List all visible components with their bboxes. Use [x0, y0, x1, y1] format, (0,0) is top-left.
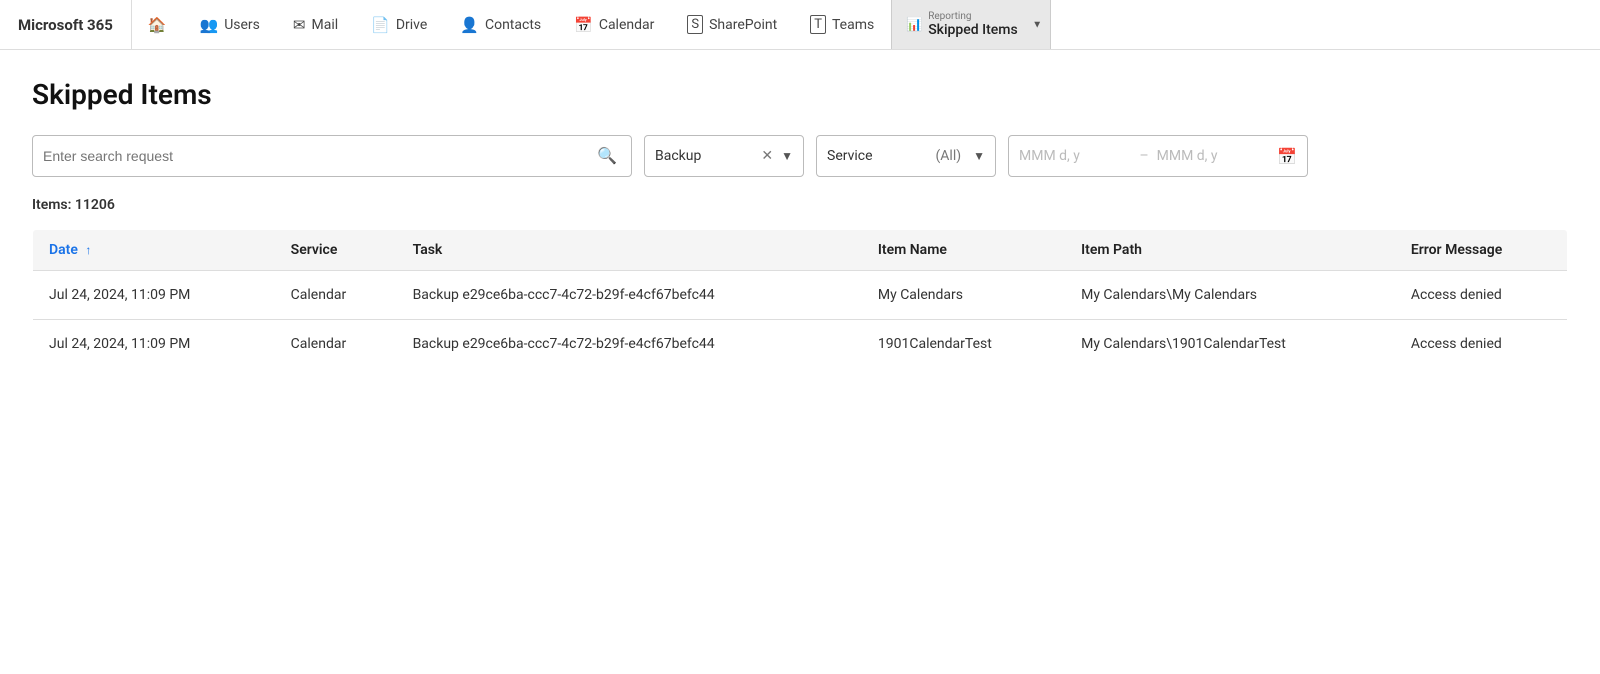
- service-dropdown[interactable]: Service (All) ▼: [816, 135, 996, 177]
- page-title: Skipped Items: [32, 78, 1568, 111]
- cell-item-name-1: 1901CalendarTest: [862, 320, 1065, 369]
- table-row: Jul 24, 2024, 11:09 PM Calendar Backup e…: [33, 320, 1568, 369]
- dropdown-arrow-icon: ▼: [1032, 19, 1042, 30]
- nav-reporting-skipped[interactable]: 📊 Reporting Skipped Items ▼: [891, 0, 1051, 49]
- nav-drive[interactable]: 📄 Drive: [355, 0, 444, 49]
- table-header-row: Date ↑ Service Task Item Name Item Path …: [33, 230, 1568, 271]
- mail-icon: ✉: [293, 16, 306, 34]
- calendar-icon: 📅: [574, 16, 593, 34]
- date-start-placeholder: MMM d, y: [1019, 148, 1131, 164]
- nav-sharepoint-label: SharePoint: [709, 17, 777, 33]
- service-filter-value: (All): [936, 148, 962, 164]
- brand-label: Microsoft 365: [0, 0, 132, 49]
- col-item-path: Item Path: [1065, 230, 1395, 271]
- col-item-path-label: Item Path: [1081, 242, 1142, 258]
- contacts-icon: 👤: [460, 16, 479, 34]
- col-date-label: Date: [49, 242, 78, 258]
- nav-users-label: Users: [224, 17, 260, 33]
- col-task: Task: [397, 230, 862, 271]
- col-item-name: Item Name: [862, 230, 1065, 271]
- nav-main-label: Skipped Items: [928, 22, 1017, 38]
- filter-bar: 🔍 Backup ✕ ▼ Service (All) ▼ MMM d, y – …: [32, 135, 1568, 177]
- users-icon: 👥: [200, 16, 219, 34]
- nav-contacts-label: Contacts: [485, 17, 541, 33]
- nav-calendar[interactable]: 📅 Calendar: [558, 0, 671, 49]
- reporting-icon: 📊: [906, 17, 922, 32]
- col-error-message: Error Message: [1395, 230, 1568, 271]
- home-icon: 🏠: [148, 16, 167, 34]
- col-task-label: Task: [413, 242, 443, 258]
- cell-service-0: Calendar: [275, 271, 397, 320]
- col-date[interactable]: Date ↑: [33, 230, 275, 271]
- search-box: 🔍: [32, 135, 632, 177]
- backup-filter-label: Backup: [655, 148, 753, 164]
- cell-error-message-0: Access denied: [1395, 271, 1568, 320]
- cell-item-path-0: My Calendars\My Calendars: [1065, 271, 1395, 320]
- cell-error-message-1: Access denied: [1395, 320, 1568, 369]
- cell-item-path-1: My Calendars\1901CalendarTest: [1065, 320, 1395, 369]
- cell-date-1: Jul 24, 2024, 11:09 PM: [33, 320, 275, 369]
- teams-icon: T: [810, 15, 826, 34]
- service-filter-label: Service: [827, 148, 932, 164]
- col-error-message-label: Error Message: [1411, 242, 1502, 258]
- drive-icon: 📄: [371, 16, 390, 34]
- nav-sharepoint[interactable]: S SharePoint: [671, 0, 794, 49]
- backup-dropdown[interactable]: Backup ✕ ▼: [644, 135, 804, 177]
- col-service-label: Service: [291, 242, 338, 258]
- nav-teams[interactable]: T Teams: [794, 0, 891, 49]
- col-service: Service: [275, 230, 397, 271]
- nav-calendar-label: Calendar: [599, 17, 655, 33]
- service-dropdown-arrow-icon: ▼: [973, 149, 985, 163]
- cell-service-1: Calendar: [275, 320, 397, 369]
- date-end-placeholder: MMM d, y: [1157, 148, 1269, 164]
- cell-item-name-0: My Calendars: [862, 271, 1065, 320]
- nav-mail[interactable]: ✉ Mail: [277, 0, 355, 49]
- nav-teams-label: Teams: [832, 17, 874, 33]
- main-content: Skipped Items 🔍 Backup ✕ ▼ Service (All)…: [0, 50, 1600, 397]
- nav-contacts[interactable]: 👤 Contacts: [444, 0, 558, 49]
- data-table: Date ↑ Service Task Item Name Item Path …: [32, 229, 1568, 369]
- table-body: Jul 24, 2024, 11:09 PM Calendar Backup e…: [33, 271, 1568, 369]
- cell-date-0: Jul 24, 2024, 11:09 PM: [33, 271, 275, 320]
- date-separator: –: [1139, 148, 1148, 164]
- calendar-picker-icon[interactable]: 📅: [1277, 147, 1297, 166]
- sort-arrow-icon: ↑: [85, 243, 91, 257]
- backup-dropdown-arrow-icon: ▼: [781, 149, 793, 163]
- nav-users[interactable]: 👥 Users: [184, 0, 277, 49]
- items-count: Items: 11206: [32, 197, 1568, 213]
- nav-items: 🏠 👥 Users ✉ Mail 📄 Drive 👤 Contacts 📅 Ca…: [132, 0, 1600, 49]
- top-nav: Microsoft 365 🏠 👥 Users ✉ Mail 📄 Drive 👤…: [0, 0, 1600, 50]
- nav-mail-label: Mail: [311, 17, 338, 33]
- search-button[interactable]: 🔍: [593, 144, 621, 168]
- nav-drive-label: Drive: [396, 17, 427, 33]
- sharepoint-icon: S: [687, 15, 703, 34]
- table-header: Date ↑ Service Task Item Name Item Path …: [33, 230, 1568, 271]
- search-input[interactable]: [43, 148, 593, 164]
- clear-backup-icon[interactable]: ✕: [761, 148, 773, 164]
- date-range-filter[interactable]: MMM d, y – MMM d, y 📅: [1008, 135, 1308, 177]
- cell-task-1: Backup e29ce6ba-ccc7-4c72-b29f-e4cf67bef…: [397, 320, 862, 369]
- col-item-name-label: Item Name: [878, 242, 947, 258]
- cell-task-0: Backup e29ce6ba-ccc7-4c72-b29f-e4cf67bef…: [397, 271, 862, 320]
- nav-home[interactable]: 🏠: [132, 0, 184, 49]
- table-row: Jul 24, 2024, 11:09 PM Calendar Backup e…: [33, 271, 1568, 320]
- nav-sub-label: Reporting: [928, 11, 1017, 22]
